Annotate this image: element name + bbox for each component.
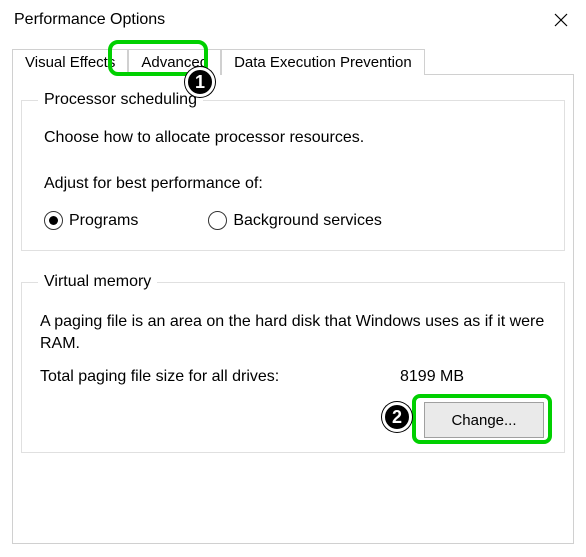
radio-programs[interactable]: Programs [44, 211, 138, 230]
window-title: Performance Options [14, 11, 165, 29]
close-icon [554, 13, 568, 27]
radio-programs-label: Programs [69, 212, 138, 230]
vm-desc: A paging file is an area on the hard dis… [40, 311, 548, 354]
tab-panel-advanced: Processor scheduling Choose how to alloc… [12, 74, 574, 544]
tab-dep[interactable]: Data Execution Prevention [221, 49, 425, 75]
radio-icon [44, 211, 63, 230]
processor-desc: Choose how to allocate processor resourc… [44, 129, 548, 147]
close-button[interactable] [536, 1, 586, 39]
tabstrip: Visual Effects Advanced Data Execution P… [12, 48, 574, 74]
tab-visual-effects[interactable]: Visual Effects [12, 49, 128, 75]
radio-icon [208, 211, 227, 230]
group-virtual-memory: Virtual memory A paging file is an area … [21, 273, 565, 453]
processor-adjust-label: Adjust for best performance of: [44, 175, 548, 193]
processor-legend: Processor scheduling [38, 91, 203, 109]
radio-background-label: Background services [233, 212, 382, 230]
vm-total-value: 8199 MB [400, 368, 464, 386]
callout-1: 1 [185, 67, 215, 97]
group-processor-scheduling: Processor scheduling Choose how to alloc… [21, 91, 565, 251]
titlebar: Performance Options [0, 0, 586, 40]
vm-total-label: Total paging file size for all drives: [40, 368, 400, 386]
radio-background-services[interactable]: Background services [208, 211, 382, 230]
change-button[interactable]: Change... [424, 402, 544, 438]
vm-legend: Virtual memory [38, 273, 157, 291]
callout-2: 2 [382, 402, 412, 432]
